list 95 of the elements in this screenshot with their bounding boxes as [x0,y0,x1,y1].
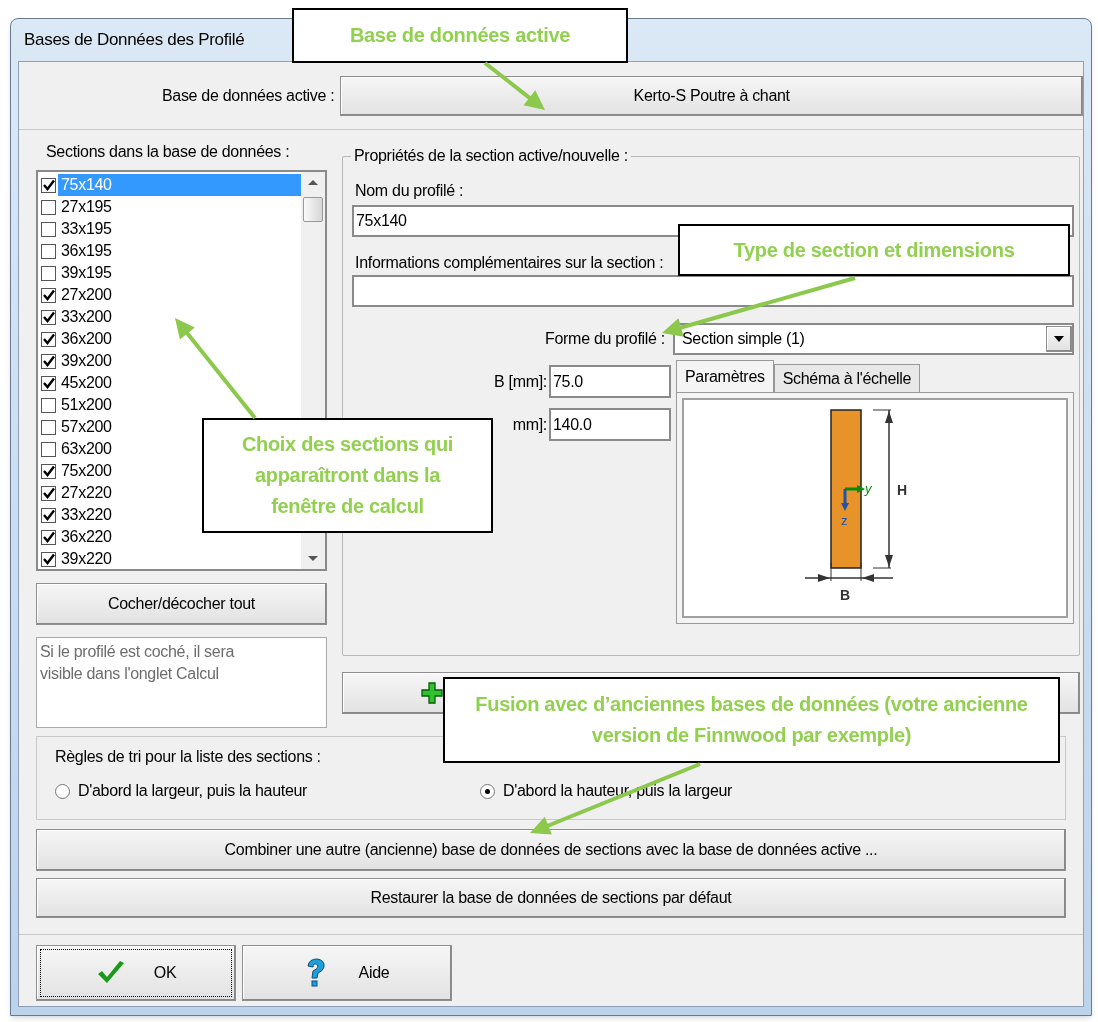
checkbox[interactable] [41,463,56,479]
help-button[interactable]: Aide [242,945,452,1001]
window-title: Bases de Données des Profilé [24,29,245,52]
checkbox[interactable] [41,331,56,347]
list-item[interactable]: 75x200 [38,460,112,482]
list-item[interactable]: 36x200 [38,328,112,350]
scroll-thumb[interactable] [303,197,323,222]
checkbox[interactable] [41,221,56,237]
annotation-tooltip: Choix des sections qui apparaîtront dans la fenêtre de calcul [202,418,493,533]
plus-icon [421,682,443,704]
dropdown-value: Section simple (1) [681,329,806,349]
callout-arrow [483,61,545,110]
dimension-input[interactable]: 75.0 [549,365,671,398]
width-label: B [840,587,850,603]
field-label: Nom du profilé : [354,181,465,201]
checkbox[interactable] [41,551,56,567]
checkbox[interactable] [41,199,56,215]
checkbox[interactable] [41,397,56,413]
radio-button[interactable] [480,783,495,799]
check-all-button[interactable]: Cocher/décocher tout [36,583,327,625]
checkbox[interactable] [41,177,56,193]
list-item[interactable]: 39x195 [38,262,112,284]
scroll-up-icon[interactable] [308,180,318,185]
ok-button[interactable]: OK [36,945,236,1001]
field-label: mm]: [512,414,548,435]
item-label: 39x220 [60,549,112,569]
tab[interactable]: Paramètres [676,360,774,392]
annotation-tooltip: Type de section et dimensions [678,224,1070,276]
list-item[interactable]: 33x200 [38,306,112,328]
hint-text: Si le profilé est coché, il sera visible dans l'onglet Calcul [40,642,236,684]
list-label: Sections dans la base de données : [45,142,291,162]
info-input[interactable] [352,275,1074,307]
list-item[interactable]: 33x220 [38,504,112,526]
field-label: B [mm]: [494,371,548,392]
item-label: 33x200 [60,307,112,327]
shape-dropdown[interactable]: Section simple (1) [673,323,1074,355]
list-item[interactable]: 39x220 [38,548,112,570]
annotation-tooltip: Fusion avec d’anciennes bases de données (votre ancienne version de Finnwood par exemple) [443,677,1060,763]
item-label: 39x195 [60,263,112,283]
item-label: 27x200 [60,285,112,305]
list-item[interactable]: 33x195 [38,218,112,240]
checkbox[interactable] [41,485,56,501]
tab[interactable]: Schéma à l'échelle [773,364,921,392]
height-label: H [897,482,907,498]
item-label: 39x200 [60,351,112,371]
checkbox[interactable] [41,419,56,435]
list-item[interactable]: 57x200 [38,416,112,438]
item-label: 51x200 [60,395,112,415]
checkbox[interactable] [41,507,56,523]
list-item[interactable]: 27x220 [38,482,112,504]
y-axis-arrow [845,485,865,493]
item-label: 36x195 [60,241,112,261]
dimension-input[interactable]: 140.0 [549,408,671,441]
list-item[interactable]: 63x200 [38,438,112,460]
checkbox[interactable] [41,287,56,303]
item-label: 75x200 [60,461,112,481]
item-label: 63x200 [60,439,112,459]
list-item[interactable]: 51x200 [38,394,112,416]
item-label: 36x220 [60,527,112,547]
radio-label: D'abord la largeur, puis la hauteur [78,781,308,801]
group-legend: Propriétés de la section active/nouvelle : [351,146,631,166]
list-item[interactable]: 27x200 [38,284,112,306]
checkbox[interactable] [41,441,56,457]
list-item[interactable]: 45x200 [38,372,112,394]
field-label: Base de données active : [160,85,336,106]
radio-button[interactable] [55,783,70,799]
z-axis-arrow [841,489,849,511]
item-label: 27x195 [60,197,112,217]
list-item[interactable]: 36x195 [38,240,112,262]
question-mark-icon [304,958,327,988]
z-axis-label: z [841,513,848,528]
field-label: Forme du profilé : [545,329,666,349]
item-label: 33x220 [60,505,112,525]
list-item[interactable]: 27x195 [38,196,112,218]
item-label: 57x200 [60,417,112,437]
annotation-tooltip: Base de données active [292,8,628,63]
group-label: Règles de tri pour la liste des sections : [55,747,322,767]
field-label: Informations complémentaires sur la section : [354,253,664,273]
y-axis-label: y [865,481,872,496]
checkbox[interactable] [41,309,56,325]
combine-button[interactable]: Combiner une autre (ancienne) base de données de sections avec la base de données active ... [36,829,1066,871]
restore-button[interactable]: Restaurer la base de données de sections par défaut [36,878,1066,918]
checkbox[interactable] [41,375,56,391]
list-item[interactable]: 36x220 [38,526,112,548]
item-label: 36x200 [60,329,112,349]
item-label: 27x220 [60,483,112,503]
checkbox[interactable] [41,265,56,281]
item-label: 45x200 [60,373,112,393]
scroll-down-icon[interactable] [308,556,318,561]
item-label: 33x195 [60,219,112,239]
active-database-button[interactable]: Kerto-S Poutre à chant [340,75,1083,116]
checkbox[interactable] [41,529,56,545]
checkbox[interactable] [41,243,56,259]
checkbox[interactable] [41,353,56,369]
list-item[interactable]: 39x200 [38,350,112,372]
